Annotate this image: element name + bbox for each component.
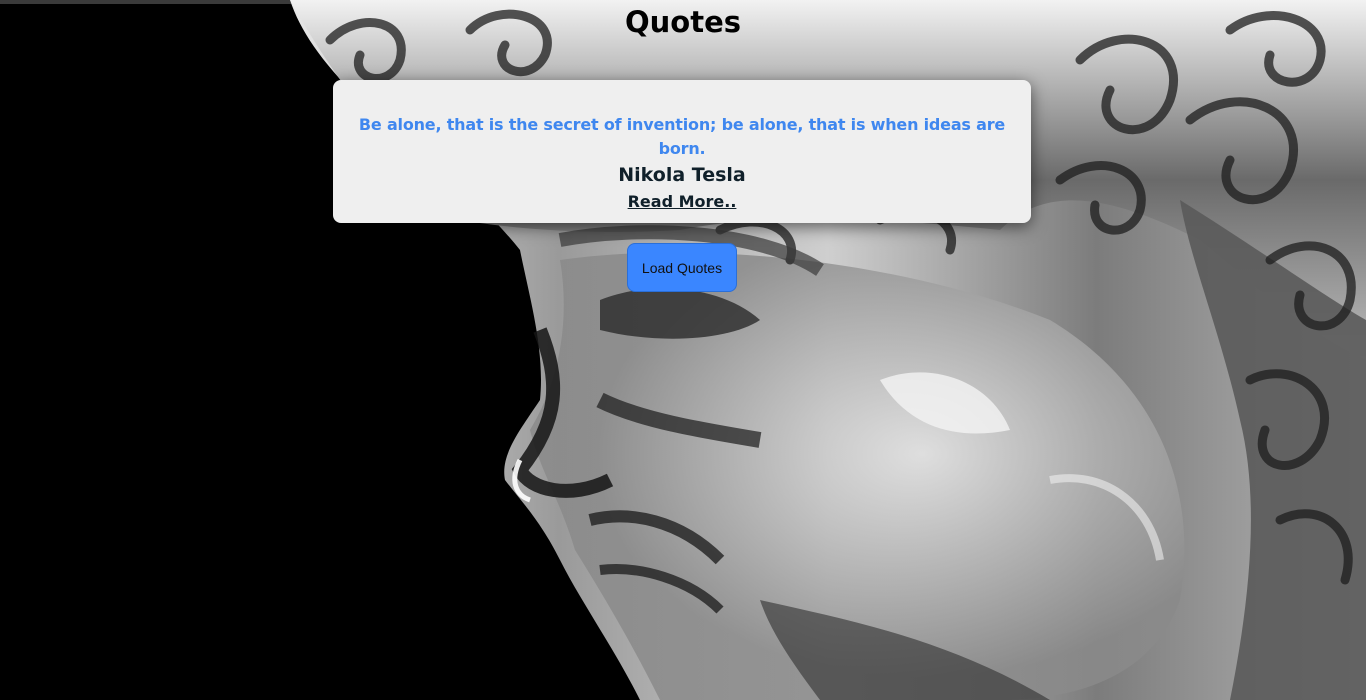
quote-card: Be alone, that is the secret of inventio… (333, 80, 1031, 223)
read-more-link[interactable]: Read More.. (628, 190, 737, 214)
quote-author: Nikola Tesla (618, 164, 746, 186)
page: Quotes Be alone, that is the secret of i… (0, 0, 1366, 700)
load-quotes-button[interactable]: Load Quotes (627, 243, 737, 292)
page-title: Quotes (624, 5, 741, 39)
quote-text: Be alone, that is the secret of inventio… (358, 115, 1006, 158)
